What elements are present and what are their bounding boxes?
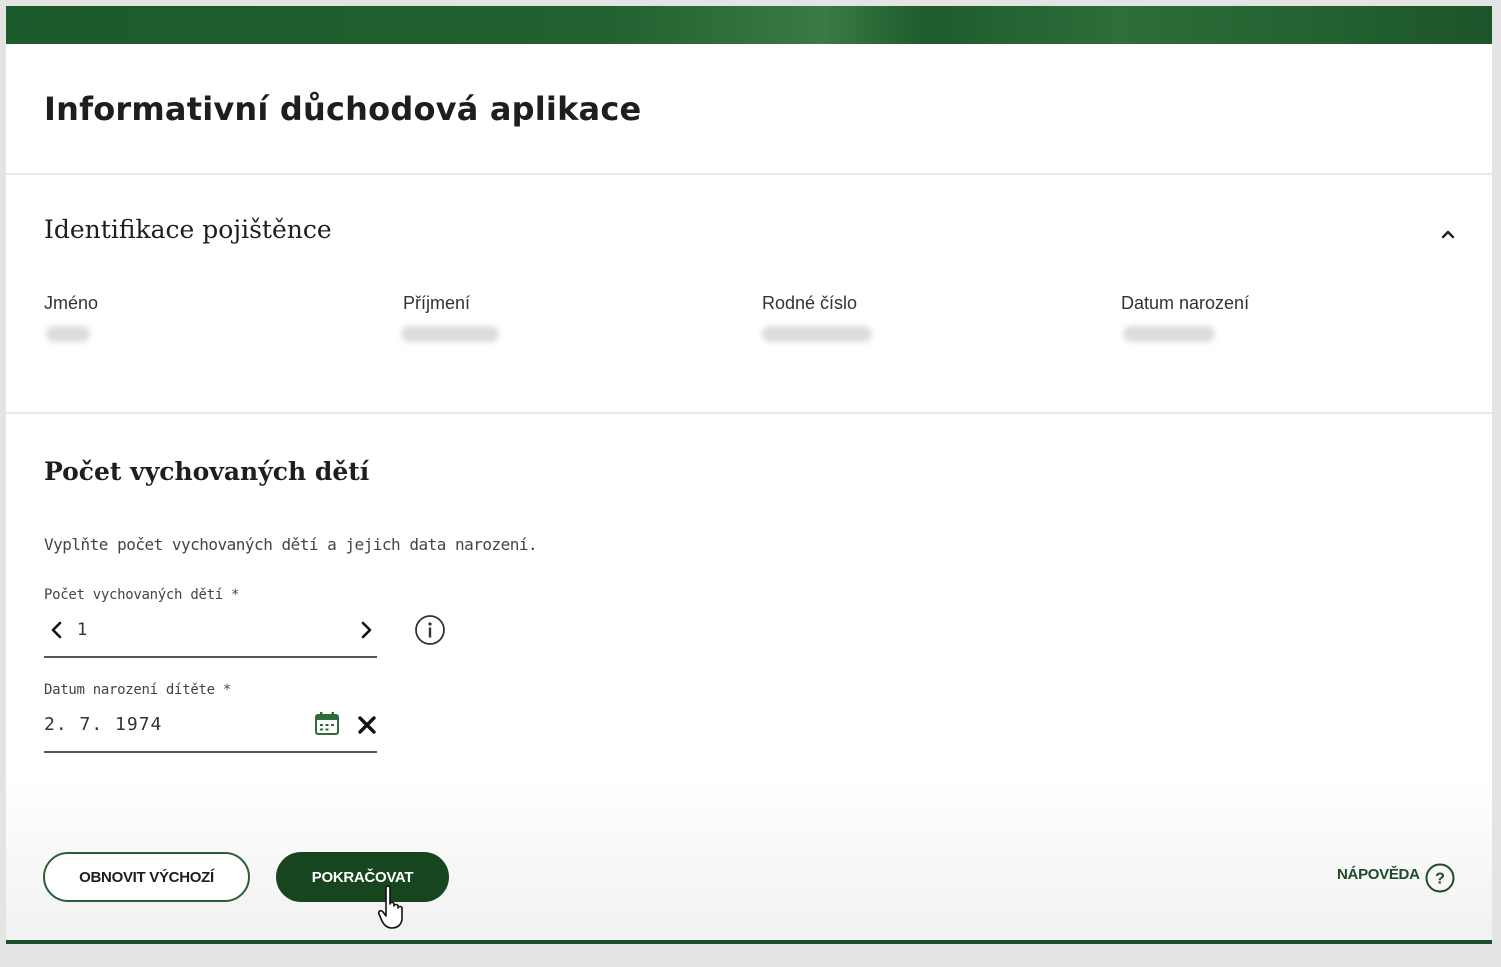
bottom-accent-line bbox=[6, 940, 1492, 944]
close-icon[interactable] bbox=[356, 714, 378, 736]
redacted-value bbox=[46, 326, 90, 342]
chevron-up-icon[interactable] bbox=[1438, 224, 1458, 244]
redacted-value bbox=[1123, 326, 1215, 342]
field-label-first-name: Jméno bbox=[44, 293, 99, 313]
help-icon[interactable]: ? bbox=[1424, 862, 1456, 894]
chevron-left-icon[interactable] bbox=[46, 619, 68, 641]
hand-cursor-icon bbox=[378, 885, 403, 929]
field-label-birth-number: Rodné číslo bbox=[762, 293, 858, 313]
divider bbox=[6, 412, 1492, 414]
info-icon[interactable] bbox=[414, 614, 446, 646]
chevron-right-icon[interactable] bbox=[355, 619, 377, 641]
input-underline bbox=[44, 751, 377, 753]
child-birth-date-input[interactable]: 2. 7. 1974 bbox=[44, 714, 162, 735]
child-birth-date-label: Datum narození dítěte * bbox=[44, 682, 231, 698]
reset-button[interactable]: OBNOVIT VÝCHOZÍ bbox=[43, 852, 250, 902]
help-link[interactable]: NÁPOVĚDA bbox=[1337, 866, 1420, 883]
children-count-label: Počet vychovaných dětí * bbox=[44, 587, 240, 603]
divider bbox=[6, 173, 1492, 175]
redacted-value bbox=[401, 326, 499, 342]
continue-button-label: POKRAČOVAT bbox=[311, 868, 414, 886]
continue-button[interactable]: POKRAČOVAT bbox=[276, 852, 449, 902]
reset-button-label: OBNOVIT VÝCHOZÍ bbox=[79, 868, 214, 886]
main-card: Informativní důchodová aplikace Identifi… bbox=[6, 6, 1492, 944]
children-count-value[interactable]: 1 bbox=[77, 620, 87, 640]
calendar-icon[interactable] bbox=[314, 711, 340, 737]
section-title-identification: Identifikace pojištěnce bbox=[44, 215, 332, 244]
section-title-children: Počet vychovaných dětí bbox=[44, 457, 370, 486]
input-underline bbox=[44, 656, 377, 658]
field-label-last-name: Příjmení bbox=[403, 293, 471, 313]
instruction-text: Vyplňte počet vychovaných dětí a jejich … bbox=[44, 535, 538, 554]
top-banner bbox=[6, 6, 1492, 44]
page-title: Informativní důchodová aplikace bbox=[44, 90, 642, 128]
field-label-birth-date: Datum narození bbox=[1121, 293, 1250, 313]
redacted-value bbox=[762, 326, 872, 342]
svg-text:?: ? bbox=[1435, 871, 1445, 888]
